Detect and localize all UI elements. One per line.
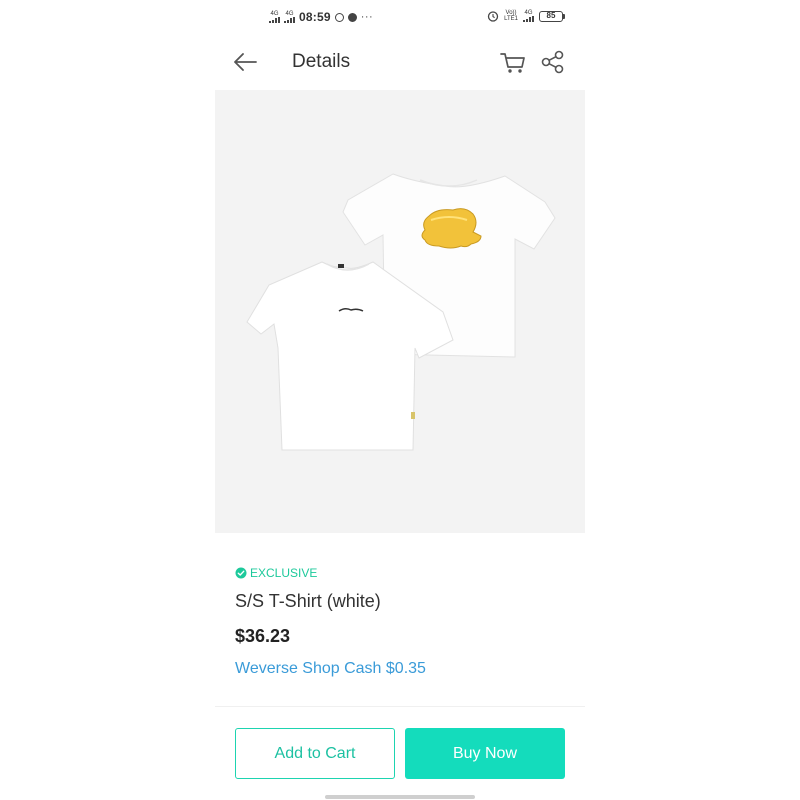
butter-graphic — [421, 208, 482, 249]
product-name: S/S T-Shirt (white) — [235, 591, 381, 611]
cart-icon — [500, 53, 525, 73]
status-bar: 4G 4G 08:59 ··· Vo)) LTE1 4G 85 — [215, 8, 585, 30]
exclusive-badge: EXCLUSIVE — [235, 566, 565, 580]
status-time: 08:59 — [299, 10, 331, 24]
add-to-cart-button[interactable]: Add to Cart — [235, 728, 395, 779]
signal-icon-1: 4G — [269, 11, 280, 23]
telegram-icon — [347, 12, 357, 22]
battery-icon: 85 — [539, 10, 565, 22]
shop-cash: Weverse Shop Cash $0.35 — [235, 660, 426, 677]
check-circle-icon — [235, 567, 247, 579]
divider — [215, 706, 585, 707]
tshirt-image — [246, 173, 556, 451]
back-button[interactable] — [231, 48, 259, 76]
signal-icon-3: 4G — [523, 10, 534, 22]
share-button[interactable] — [540, 48, 566, 76]
signal-icon-2: 4G — [284, 11, 295, 23]
status-left: 4G 4G 08:59 ··· — [269, 10, 373, 24]
share-icon — [541, 50, 564, 74]
whatsapp-icon — [334, 12, 344, 22]
product-image[interactable] — [215, 90, 585, 533]
alarm-icon — [487, 11, 499, 22]
phone-screen: 4G 4G 08:59 ··· Vo)) LTE1 4G 85 Details … — [215, 0, 585, 800]
volte-icon: Vo)) LTE1 — [504, 10, 518, 22]
more-notifications-icon: ··· — [360, 11, 374, 23]
product-price: $36.23 — [235, 626, 291, 646]
cart-button[interactable] — [499, 48, 527, 76]
back-arrow-icon — [234, 53, 257, 71]
page-title: Details — [292, 51, 351, 72]
product-info: EXCLUSIVE S/S T-Shirt (white) $36.23 Wev… — [235, 566, 565, 678]
exclusive-label: EXCLUSIVE — [250, 566, 318, 580]
home-indicator[interactable] — [325, 795, 475, 799]
battery-level: 85 — [539, 10, 563, 22]
status-right: Vo)) LTE1 4G 85 — [487, 10, 565, 22]
app-header: Details — [215, 42, 585, 82]
lte-label: LTE1 — [504, 16, 518, 22]
buy-now-button[interactable]: Buy Now — [405, 728, 565, 779]
